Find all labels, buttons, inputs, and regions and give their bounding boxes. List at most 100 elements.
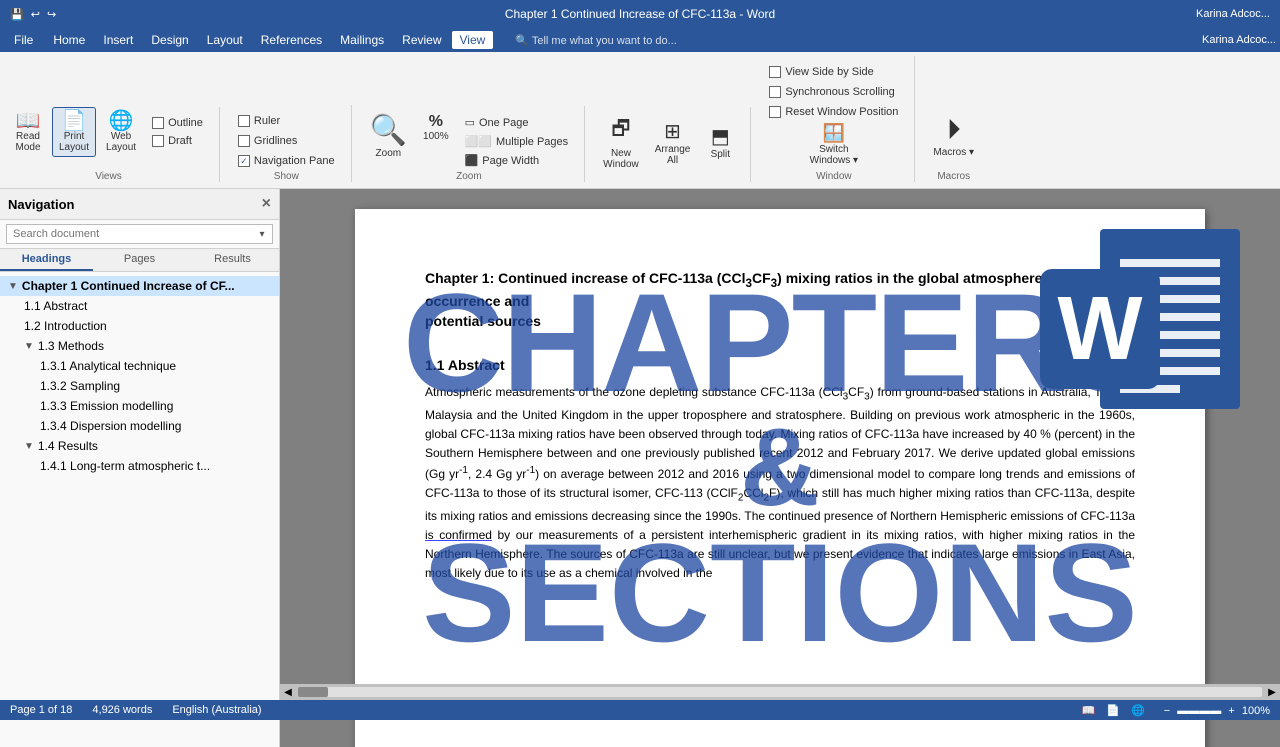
outline-button[interactable]: Outline xyxy=(146,115,209,131)
language-info: English (Australia) xyxy=(172,704,261,716)
reset-window-toggle[interactable]: Reset Window Position xyxy=(763,104,904,120)
navpane-toggle[interactable]: Navigation Pane xyxy=(232,153,341,169)
page-width-button[interactable]: ⬛Page Width xyxy=(459,152,575,169)
zoom-out-status[interactable]: − xyxy=(1164,705,1170,717)
split-label: Split xyxy=(711,149,730,160)
menu-review[interactable]: Review xyxy=(394,31,449,49)
menu-insert[interactable]: Insert xyxy=(95,31,141,49)
read-mode-label: ReadMode xyxy=(15,131,40,153)
switch-windows-row: 🪟 SwitchWindows ▾ xyxy=(804,120,864,169)
outline-checkbox[interactable] xyxy=(152,117,164,129)
navigation-pane: Navigation × ▾ Headings Pages Results Ch… xyxy=(0,189,280,747)
nav-tab-results[interactable]: Results xyxy=(186,249,279,271)
gridlines-toggle[interactable]: Gridlines xyxy=(232,133,341,149)
quick-access-undo[interactable]: ↩ xyxy=(31,9,40,21)
web-layout-label: WebLayout xyxy=(106,131,136,153)
underlined-text: is confirmed xyxy=(425,528,492,542)
new-window-button[interactable]: 🗗 NewWindow xyxy=(597,111,645,173)
switch-windows-button[interactable]: 🪟 SwitchWindows ▾ xyxy=(804,120,864,169)
views-small-buttons: Outline Draft xyxy=(146,115,209,149)
zoom-button[interactable]: 🔍 Zoom xyxy=(364,110,413,162)
arrange-all-icon: ⊞ xyxy=(664,119,681,144)
title-bar-user-menu: Karina Adcoc... xyxy=(1202,34,1276,46)
scroll-track[interactable] xyxy=(298,687,1262,697)
switch-windows-icon: 🪟 xyxy=(823,123,845,144)
multiple-pages-button[interactable]: ⬜⬜Multiple Pages xyxy=(459,133,575,150)
sync-scroll-toggle[interactable]: Synchronous Scrolling xyxy=(763,84,904,100)
svg-text:W: W xyxy=(1058,279,1143,379)
macros-label: Macros ▾ xyxy=(933,147,974,158)
split-button[interactable]: ⬒ Split xyxy=(700,121,740,163)
view-read-mode-status[interactable]: 📖 xyxy=(1082,705,1096,717)
menu-mailings[interactable]: Mailings xyxy=(332,31,392,49)
tree-item-chapter1[interactable]: Chapter 1 Continued Increase of CF... xyxy=(0,276,279,296)
nav-pane-close-button[interactable]: × xyxy=(262,195,271,213)
tree-item-results[interactable]: 1.4 Results xyxy=(0,436,279,456)
print-layout-label: PrintLayout xyxy=(59,131,89,153)
ruler-label: Ruler xyxy=(254,115,280,127)
view-web-status[interactable]: 🌐 xyxy=(1131,705,1145,717)
macros-button[interactable]: ⏵ Macros ▾ xyxy=(927,111,980,161)
zoom-slider-status[interactable]: ▬▬▬▬ xyxy=(1177,705,1221,717)
chapter-title-text2: potential sources xyxy=(425,313,541,329)
web-layout-button[interactable]: 🌐 WebLayout xyxy=(100,108,142,156)
menu-references[interactable]: References xyxy=(253,31,330,49)
scroll-left-arrow[interactable]: ◀ xyxy=(280,687,296,698)
tree-item-results-label: 1.4 Results xyxy=(38,439,98,453)
tree-item-introduction[interactable]: 1.2 Introduction xyxy=(0,316,279,336)
chapter-title: Chapter 1: Continued increase of CFC-113… xyxy=(425,269,1135,331)
multiple-pages-label: Multiple Pages xyxy=(496,136,568,148)
print-layout-button[interactable]: 📄 PrintLayout xyxy=(52,107,96,157)
view-side-checkbox[interactable] xyxy=(769,66,781,78)
scroll-right-arrow[interactable]: ▶ xyxy=(1264,687,1280,698)
ruler-checkbox[interactable] xyxy=(238,115,250,127)
ruler-toggle[interactable]: Ruler xyxy=(232,113,341,129)
nav-tab-headings[interactable]: Headings xyxy=(0,249,93,271)
quick-access-save[interactable]: 💾 xyxy=(10,9,24,21)
arrange-all-label: ArrangeAll xyxy=(655,144,691,166)
view-side-toggle[interactable]: View Side by Side xyxy=(763,64,904,80)
nav-tab-pages[interactable]: Pages xyxy=(93,249,186,271)
menu-file[interactable]: File xyxy=(4,31,43,49)
nav-search-input[interactable] xyxy=(6,224,273,244)
document-area: Chapter 1: Continued increase of CFC-113… xyxy=(280,189,1280,747)
nav-pane-title: Navigation xyxy=(8,197,74,212)
reset-window-checkbox[interactable] xyxy=(769,106,781,118)
outline-label: Outline xyxy=(168,117,203,129)
ribbon-group-window: View Side by Side Synchronous Scrolling … xyxy=(763,56,915,182)
tree-item-emission[interactable]: 1.3.3 Emission modelling xyxy=(0,396,279,416)
tree-item-sampling[interactable]: 1.3.2 Sampling xyxy=(0,376,279,396)
gridlines-checkbox[interactable] xyxy=(238,135,250,147)
navpane-checkbox[interactable] xyxy=(238,155,250,167)
sync-scroll-checkbox[interactable] xyxy=(769,86,781,98)
arrange-all-button[interactable]: ⊞ ArrangeAll xyxy=(649,116,697,169)
draft-button[interactable]: Draft xyxy=(146,133,209,149)
tree-item-methods[interactable]: 1.3 Methods xyxy=(0,336,279,356)
scroll-thumb[interactable] xyxy=(298,687,328,697)
new-window-icon: 🗗 xyxy=(612,114,631,148)
tree-item-longterm[interactable]: 1.4.1 Long-term atmospheric t... xyxy=(0,456,279,476)
macros-buttons: ⏵ Macros ▾ xyxy=(927,107,980,161)
menu-home[interactable]: Home xyxy=(45,31,93,49)
menu-design[interactable]: Design xyxy=(143,31,196,49)
one-page-button[interactable]: ▭One Page xyxy=(459,114,575,131)
nav-search-dropdown[interactable]: ▾ xyxy=(259,229,264,240)
quick-access-redo[interactable]: ↪ xyxy=(47,9,56,21)
read-mode-button[interactable]: 📖 ReadMode xyxy=(8,108,48,156)
view-print-status[interactable]: 📄 xyxy=(1106,705,1120,717)
draft-checkbox[interactable] xyxy=(152,135,164,147)
tree-item-analytical[interactable]: 1.3.1 Analytical technique xyxy=(0,356,279,376)
tree-item-abstract[interactable]: 1.1 Abstract xyxy=(0,296,279,316)
tree-item-dispersion[interactable]: 1.3.4 Dispersion modelling xyxy=(0,416,279,436)
zoom-in-status[interactable]: + xyxy=(1228,705,1234,717)
view-side-label: View Side by Side xyxy=(785,66,873,78)
show-checkboxes: Ruler Gridlines Navigation Pane xyxy=(232,105,341,169)
tree-item-dispersion-label: 1.3.4 Dispersion modelling xyxy=(40,419,181,433)
nav-tabs: Headings Pages Results xyxy=(0,249,279,272)
menu-layout[interactable]: Layout xyxy=(199,31,251,49)
reset-window-label: Reset Window Position xyxy=(785,106,898,118)
menu-search: 🔍 Tell me what you want to do... xyxy=(515,34,676,47)
zoom-percent-button[interactable]: % 100% xyxy=(417,110,455,145)
nav-tree: Chapter 1 Continued Increase of CF... 1.… xyxy=(0,272,279,747)
menu-view[interactable]: View xyxy=(452,31,494,49)
